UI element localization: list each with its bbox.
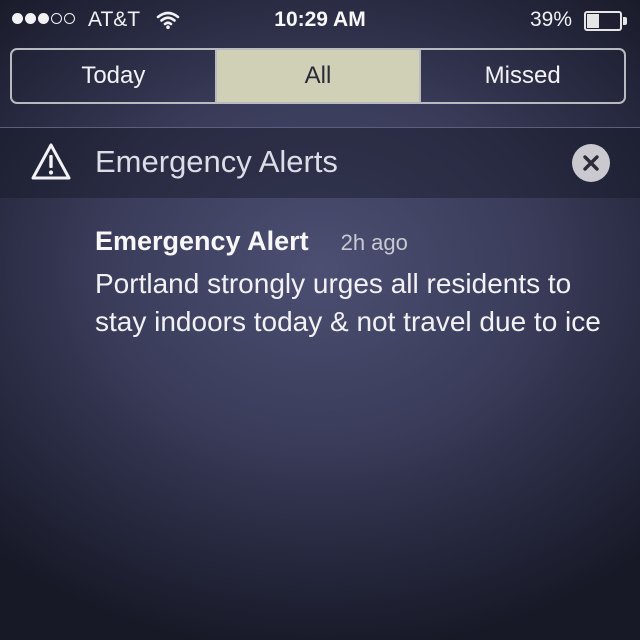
notification-body: Portland strongly urges all residents to…	[95, 268, 601, 337]
notification-item[interactable]: Emergency Alert 2h ago Portland strongly…	[95, 226, 615, 341]
notification-filter-tabs: Today All Missed	[10, 48, 626, 104]
battery-percentage: 39%	[529, 8, 572, 31]
battery-icon	[584, 11, 628, 31]
section-title: Emergency Alerts	[95, 144, 338, 179]
status-bar: AT&T 10:29 AM 39%	[0, 0, 640, 42]
notification-center-screen: AT&T 10:29 AM 39% Today All Missed Emerg…	[0, 0, 640, 640]
clear-alerts-button[interactable]	[572, 144, 610, 182]
notification-timestamp: 2h ago	[340, 230, 408, 255]
battery-cap	[623, 17, 627, 25]
warning-triangle-icon	[31, 143, 71, 180]
emergency-alerts-header: Emergency Alerts	[0, 128, 640, 198]
notification-title: Emergency Alert	[95, 226, 309, 256]
tab-all[interactable]: All	[214, 50, 420, 102]
battery-fill	[587, 14, 599, 28]
close-icon	[583, 155, 599, 171]
tab-today[interactable]: Today	[12, 50, 215, 102]
tab-missed[interactable]: Missed	[419, 50, 624, 102]
notification-header: Emergency Alert 2h ago	[95, 226, 615, 257]
